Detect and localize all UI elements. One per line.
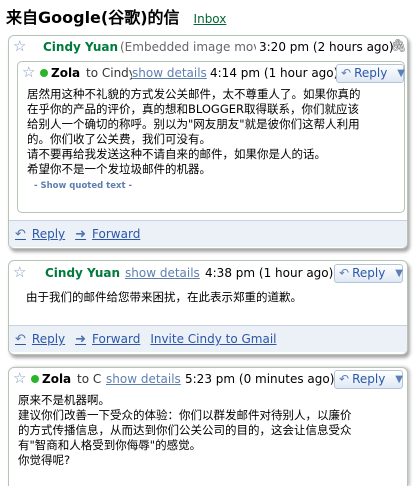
message-header[interactable]: ☆ Zola to C show details 5:23 pm (0 minu… [9, 368, 407, 390]
chevron-down-icon[interactable]: ▼ [390, 371, 407, 388]
body-line: 由于我们的邮件给您带来困扰，在此表示郑重的道歉。 [26, 290, 302, 304]
action-bar: ↶ Reply ➜ Forward [9, 220, 407, 247]
star-icon[interactable]: ☆ [13, 262, 26, 282]
reply-icon: ↶ [339, 266, 350, 280]
reply-icon: ↶ [341, 66, 352, 80]
reply-button[interactable]: Reply [352, 265, 390, 282]
show-details-link[interactable]: show details [132, 62, 207, 84]
body-line: 给别人一个确切的称呼。别以为"网友朋友"就是彼你们这帮人利用 [27, 117, 360, 131]
body-line: 有"智商和人格受到你侮辱"的感觉。 [18, 438, 202, 452]
reply-icon: ↶ [15, 331, 26, 347]
reply-button[interactable]: Reply [354, 65, 392, 82]
show-details-link[interactable]: show details [106, 368, 181, 390]
thread-subject: 来自Google(谷歌)的信 [6, 8, 180, 27]
recipient-preview: to C [77, 372, 102, 386]
reply-label[interactable]: Reply [32, 332, 65, 346]
sender-name[interactable]: Zola [42, 368, 71, 390]
reply-action[interactable]: ↶ Reply [15, 227, 65, 242]
message-card-1: ☆ Cindy Yuan (Embedded image mov 3:20 pm… [8, 35, 408, 249]
reply-button-group[interactable]: ↶ Reply ▼ [334, 370, 403, 389]
quoted-message-header[interactable]: ☆ Zola to Cindy show details 4:14 pm (1 … [18, 62, 405, 84]
show-quoted-text-link[interactable]: - Show quoted text - [34, 181, 132, 191]
reply-action[interactable]: ↶ Reply [15, 332, 65, 347]
message-body: 由于我们的邮件给您带来困扰，在此表示郑重的道歉。 [26, 290, 302, 305]
body-line: 希望你不是一个发垃圾邮件的机器。 [27, 162, 211, 176]
message-card-2: ☆ Cindy Yuan show details 4:38 pm (1 hou… [8, 260, 408, 355]
chevron-down-icon[interactable]: ▼ [390, 265, 407, 282]
message-time: 4:14 pm (1 hour ago) [210, 66, 339, 80]
reply-button-group[interactable]: ↶ Reply ▼ [336, 64, 405, 83]
message-time: 4:38 pm (1 hour ago) [205, 266, 334, 280]
reply-button[interactable]: Reply [352, 371, 390, 388]
star-icon[interactable]: ☆ [13, 36, 26, 56]
message-body: 原来不是机器啊。 建议你们改善一下受众的体验：你们以群发邮件对待别人，以廉价 的… [18, 393, 352, 468]
online-status-icon [31, 375, 39, 383]
message-time: 3:20 pm (2 hours ago) [259, 40, 394, 54]
sender-name[interactable]: Cindy Yuan [43, 36, 118, 58]
sender-name[interactable]: Cindy Yuan [45, 262, 120, 284]
paperclip-icon: 🖇 [390, 39, 407, 54]
invite-to-gmail-link[interactable]: Invite Cindy to Gmail [150, 332, 276, 346]
body-line: 的。你们收了公关费，我们可没有。 [27, 132, 211, 146]
body-line: 在乎你的产品的评价，真的想和BLOGGER取得联系，你们就应该 [27, 102, 360, 116]
sender-name[interactable]: Zola [51, 62, 80, 84]
reply-icon: ↶ [15, 226, 26, 242]
message-time: 5:23 pm (0 minutes ago) [185, 372, 335, 386]
message-header[interactable]: ☆ Cindy Yuan show details 4:38 pm (1 hou… [9, 262, 407, 284]
star-icon[interactable]: ☆ [22, 62, 35, 82]
chevron-down-icon[interactable]: ▼ [392, 65, 407, 82]
body-line: 的方式传播信息，从而达到你们公关公司的目的，这会让信息受众 [18, 423, 352, 437]
body-line: 建议你们改善一下受众的体验：你们以群发邮件对待别人，以廉价 [18, 408, 352, 422]
inbox-label[interactable]: Inbox [194, 10, 227, 28]
reply-button-group[interactable]: ↶ Reply ▼ [334, 264, 403, 283]
body-line: 原来不是机器啊。 [18, 393, 110, 407]
message-preview: (Embedded image mov [120, 40, 256, 54]
reply-label[interactable]: Reply [32, 227, 65, 241]
thread-header: 来自Google(谷歌)的信 Inbox [6, 6, 226, 28]
forward-action[interactable]: ➜ Forward [75, 227, 140, 242]
body-line: 居然用这种不礼貌的方式发公关邮件，太不尊重人了。如果你真的 [27, 87, 361, 101]
message-card-3: ☆ Zola to C show details 5:23 pm (0 minu… [8, 367, 408, 486]
message-body: 居然用这种不礼貌的方式发公关邮件，太不尊重人了。如果你真的 在乎你的产品的评价，… [27, 87, 361, 177]
body-line: 你觉得呢? [18, 453, 71, 467]
forward-label[interactable]: Forward [92, 227, 140, 241]
quoted-message: ☆ Zola to Cindy show details 4:14 pm (1 … [17, 61, 405, 213]
forward-label[interactable]: Forward [92, 332, 140, 346]
forward-icon: ➜ [75, 226, 87, 242]
action-bar: ↶ Reply ➜ Forward Invite Cindy to Gmail [9, 325, 407, 352]
message-header[interactable]: ☆ Cindy Yuan (Embedded image mov 3:20 pm… [9, 36, 407, 58]
reply-icon: ↶ [339, 372, 350, 386]
star-icon[interactable]: ☆ [13, 368, 26, 388]
body-line: 请不要再给我发送这种不请自来的邮件，如果你是人的话。 [27, 147, 326, 161]
recipient-preview: to Cindy [86, 66, 132, 80]
forward-icon: ➜ [75, 331, 87, 347]
show-details-link[interactable]: show details [125, 262, 200, 284]
online-status-icon [40, 69, 48, 77]
forward-action[interactable]: ➜ Forward [75, 332, 140, 347]
